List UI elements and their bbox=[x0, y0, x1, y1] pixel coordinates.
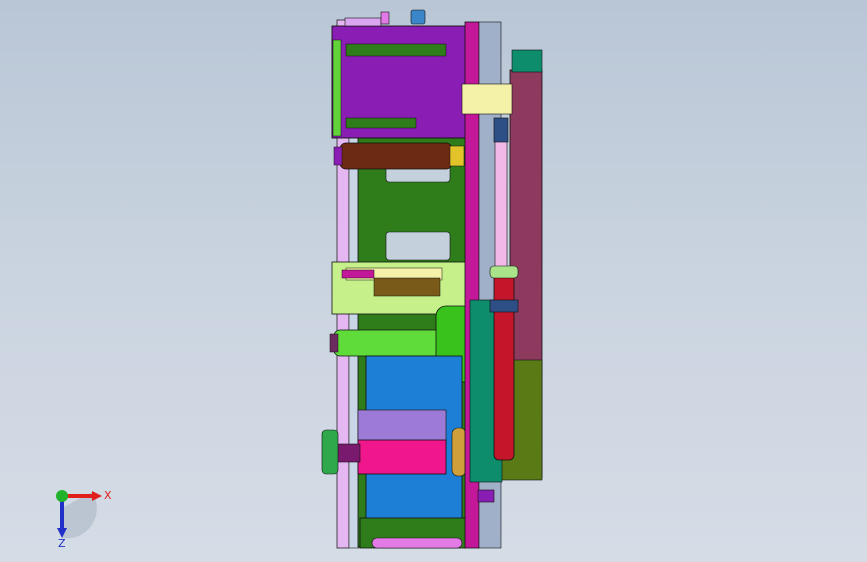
top-cap-1 bbox=[344, 17, 382, 27]
gear-left bbox=[451, 427, 467, 477]
green-shaft bbox=[333, 329, 447, 357]
blue-fitting bbox=[493, 117, 509, 143]
shaft-end bbox=[329, 333, 339, 353]
coordinate-triad: X Z bbox=[44, 480, 124, 550]
bottom-pill bbox=[371, 537, 463, 549]
y-axis-dot-icon bbox=[56, 490, 68, 502]
clamp-magenta-strip bbox=[341, 269, 375, 279]
purple-top-slot-2 bbox=[345, 117, 417, 129]
triad-shadow bbox=[62, 492, 97, 539]
x-axis-arrow-icon bbox=[92, 491, 102, 501]
roller-end-left bbox=[333, 146, 343, 166]
brown-roller bbox=[339, 142, 453, 170]
purple-top-slot-1 bbox=[345, 43, 447, 57]
purple-bottom-knob bbox=[477, 489, 495, 503]
cad-model-view[interactable] bbox=[0, 0, 867, 562]
pink-guide-rod bbox=[494, 139, 508, 271]
roller-end-right bbox=[449, 145, 465, 167]
blue-clamp bbox=[489, 299, 519, 313]
purple-top-left-strip bbox=[332, 39, 342, 137]
yellow-bracket bbox=[461, 83, 513, 115]
lower-green-disc bbox=[321, 429, 339, 475]
top-knob bbox=[380, 11, 390, 25]
pink-block bbox=[357, 439, 447, 475]
cylinder-cap bbox=[489, 265, 519, 279]
teal-top-block bbox=[511, 49, 543, 73]
clamp-brown-bar bbox=[373, 277, 441, 297]
z-axis-label: Z bbox=[58, 537, 66, 550]
top-blue-knob bbox=[410, 9, 426, 25]
cad-viewport[interactable]: X Z bbox=[0, 0, 867, 562]
x-axis-label: X bbox=[104, 489, 112, 502]
green-window-2 bbox=[385, 231, 451, 261]
